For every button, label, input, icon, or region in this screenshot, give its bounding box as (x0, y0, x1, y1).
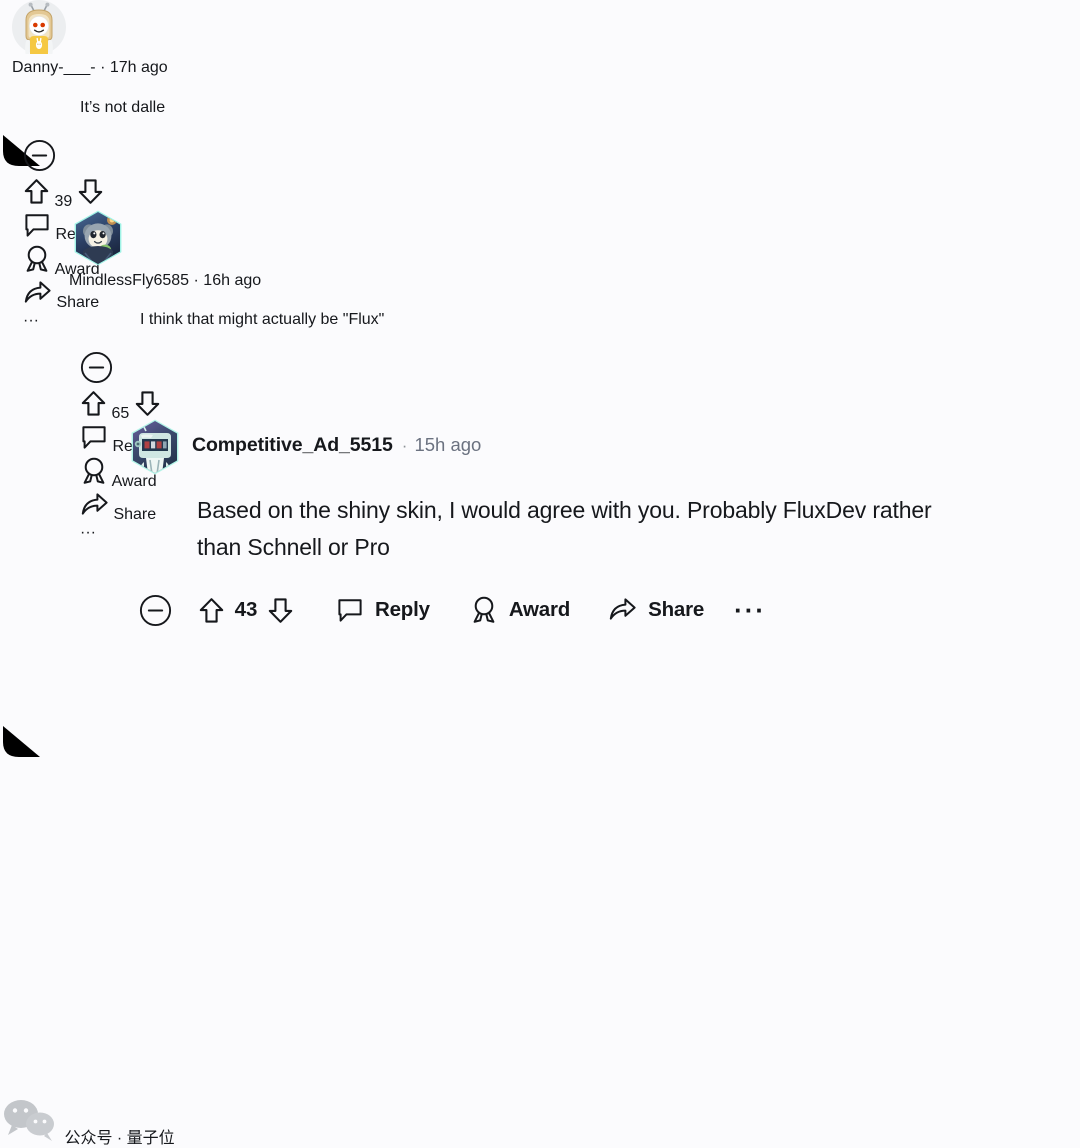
award-medal-icon (26, 245, 48, 272)
comment-timestamp: 15h ago (414, 434, 482, 455)
upvote-icon[interactable] (23, 177, 50, 206)
share-label: Share (648, 598, 705, 621)
wechat-icon (4, 1100, 54, 1141)
award-button[interactable]: Award (470, 595, 570, 625)
share-arrow-icon (81, 493, 108, 515)
comment-username[interactable]: MindlessFly6585 (69, 272, 189, 289)
share-arrow-icon (609, 598, 636, 620)
comment-body: I think that might actually be "Flux" (140, 311, 385, 328)
reply-button[interactable]: Reply (336, 596, 430, 624)
separator-dot: · (193, 272, 199, 289)
comment-header: Competitive_Ad_5515 · 15h ago (126, 418, 1080, 475)
comment-body: Based on the shiny skin, I would agree w… (197, 497, 932, 560)
upvote-icon[interactable] (198, 596, 225, 625)
comment-username[interactable]: Danny-___- (12, 59, 96, 76)
collapse-icon[interactable] (139, 594, 172, 627)
comment-timestamp: 16h ago (203, 272, 262, 289)
thread-line-depth2-a (0, 975, 1080, 1097)
more-options-button[interactable]: ··· (23, 312, 39, 329)
comment-depth2: Competitive_Ad_5515 · 15h ago Based on t… (114, 418, 1080, 630)
more-options-button[interactable]: ··· (734, 597, 766, 623)
vote-group: 39 (23, 177, 1080, 211)
avatar[interactable] (69, 209, 1080, 272)
thread-curve-depth1 (3, 726, 40, 757)
comment-action-bar: 43 Reply Award Share ··· (139, 590, 1080, 630)
watermark: 公众号 · 量子位 (0, 1097, 1080, 1148)
share-arrow-icon (24, 281, 51, 303)
comment-timestamp: 17h ago (109, 59, 168, 76)
upvote-icon[interactable] (80, 389, 107, 418)
downvote-icon[interactable] (267, 596, 294, 625)
watermark-text: 公众号 · 量子位 (64, 1130, 175, 1147)
comment-bubble-icon (338, 599, 362, 622)
award-medal-icon (473, 596, 495, 623)
avatar[interactable] (126, 418, 180, 475)
vote-group: 43 (198, 596, 294, 625)
separator-dot: · (100, 59, 106, 76)
vote-score: 39 (54, 193, 73, 210)
comment-username[interactable]: Competitive_Ad_5515 (192, 434, 393, 457)
comment-header: MindlessFly6585 · 16h ago (69, 209, 1080, 290)
thread-line-depth1-b (0, 700, 1080, 726)
more-options-button[interactable]: ··· (80, 524, 96, 541)
reply-label: Reply (375, 598, 430, 621)
comment-header: Danny-___- · 17h ago (12, 0, 1080, 77)
collapse-icon[interactable] (80, 351, 113, 384)
separator-dot: · (401, 435, 408, 455)
avatar[interactable] (12, 0, 1080, 59)
comment-bubble-icon (82, 426, 106, 449)
award-label: Award (508, 598, 571, 621)
comment-bubble-icon (25, 214, 49, 237)
award-medal-icon (83, 457, 105, 484)
downvote-icon[interactable] (77, 177, 104, 206)
downvote-icon[interactable] (134, 389, 161, 418)
vote-score: 43 (234, 598, 258, 621)
thread-line-depth1-c (0, 767, 1080, 975)
comment-body: It’s not dalle (80, 99, 166, 116)
share-button[interactable]: Share (608, 596, 704, 624)
comment-thread: Danny-___- · 17h ago It’s not dalle 39 A… (0, 0, 1080, 1147)
collapse-icon[interactable] (23, 139, 56, 172)
